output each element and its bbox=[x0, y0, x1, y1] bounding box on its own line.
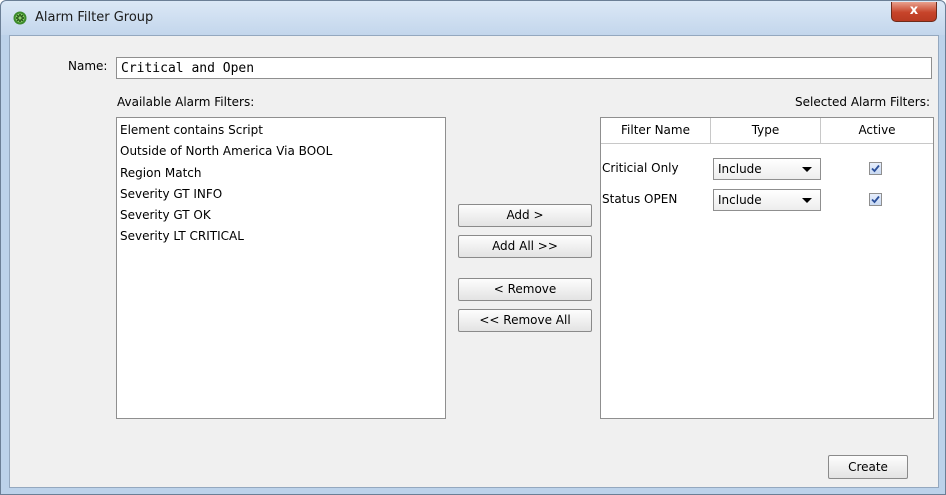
list-item[interactable]: Severity GT OK bbox=[119, 205, 443, 226]
dialog-body: Name: Critical and Open Available Alarm … bbox=[9, 35, 939, 488]
list-item[interactable]: Severity LT CRITICAL bbox=[119, 226, 443, 247]
chevron-down-icon bbox=[802, 198, 812, 203]
list-item[interactable]: Severity GT INFO bbox=[119, 184, 443, 205]
selected-filters-label: Selected Alarm Filters: bbox=[795, 95, 930, 109]
list-item[interactable]: Region Match bbox=[119, 163, 443, 184]
table-row[interactable]: Criticial Only Include bbox=[601, 155, 933, 183]
name-input[interactable]: Critical and Open bbox=[116, 57, 932, 79]
close-button[interactable]: x bbox=[891, 2, 937, 22]
filter-name-cell: Status OPEN bbox=[602, 192, 678, 206]
column-header-type[interactable]: Type bbox=[711, 118, 821, 143]
add-all-button[interactable]: Add All >> bbox=[458, 235, 592, 258]
table-row[interactable]: Status OPEN Include bbox=[601, 186, 933, 214]
close-icon: x bbox=[909, 3, 919, 18]
title-bar: Alarm Filter Group x bbox=[1, 1, 945, 35]
alarm-filter-group-window: Alarm Filter Group x Name: Critical and … bbox=[0, 0, 946, 495]
type-select-value: Include bbox=[718, 193, 762, 207]
filter-name-cell: Criticial Only bbox=[602, 161, 679, 175]
selected-filters-table: Filter Name Type Active Criticial Only I… bbox=[600, 117, 934, 419]
type-select[interactable]: Include bbox=[713, 158, 821, 180]
list-item[interactable]: Outside of North America Via BOOL bbox=[119, 141, 443, 162]
create-button[interactable]: Create bbox=[828, 455, 908, 479]
list-item[interactable]: Element contains Script bbox=[119, 120, 443, 141]
active-checkbox[interactable] bbox=[869, 193, 882, 206]
remove-all-button[interactable]: << Remove All bbox=[458, 309, 592, 332]
column-header-filter-name[interactable]: Filter Name bbox=[601, 118, 711, 143]
gear-icon bbox=[13, 11, 27, 25]
name-label: Name: bbox=[68, 59, 108, 73]
remove-button[interactable]: < Remove bbox=[458, 278, 592, 301]
chevron-down-icon bbox=[802, 167, 812, 172]
type-select[interactable]: Include bbox=[713, 189, 821, 211]
checkmark-icon bbox=[871, 195, 880, 204]
checkmark-icon bbox=[871, 164, 880, 173]
table-header: Filter Name Type Active bbox=[601, 118, 933, 144]
window-title: Alarm Filter Group bbox=[35, 10, 154, 25]
add-button[interactable]: Add > bbox=[458, 204, 592, 227]
available-filters-label: Available Alarm Filters: bbox=[117, 95, 255, 109]
type-select-value: Include bbox=[718, 162, 762, 176]
active-checkbox[interactable] bbox=[869, 162, 882, 175]
column-header-active[interactable]: Active bbox=[821, 118, 933, 143]
available-filters-list[interactable]: Element contains Script Outside of North… bbox=[116, 117, 446, 419]
